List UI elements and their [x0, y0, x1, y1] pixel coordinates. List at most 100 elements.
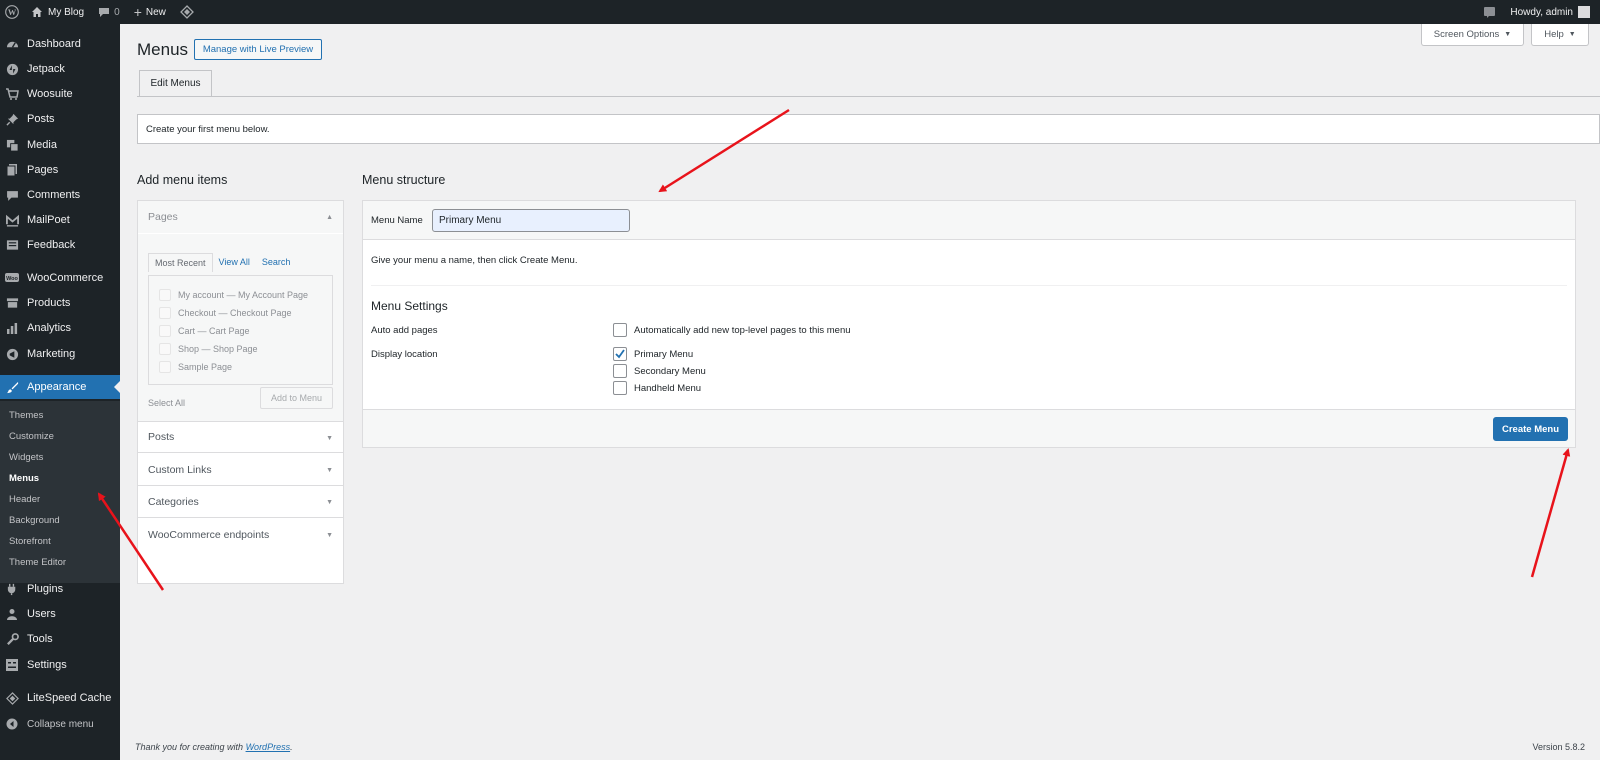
pages-icon [0, 163, 24, 177]
footer-thanks-prefix: Thank you for creating with [135, 742, 246, 752]
submenu-item-theme-editor[interactable]: Theme Editor [9, 557, 66, 568]
litespeed-icon [0, 691, 24, 705]
dashboard-icon [0, 38, 24, 51]
tab-view-all[interactable]: View All [213, 253, 256, 272]
pages-sub-tabs: Most Recent View All Search [148, 253, 296, 272]
sidebar-item-label: Plugins [27, 583, 64, 595]
sidebar-item-label: Posts [27, 113, 55, 125]
select-all-link[interactable]: Select All [148, 398, 185, 408]
auto-add-checkbox[interactable] [613, 323, 627, 337]
list-item[interactable]: My account — My Account Page [159, 288, 308, 302]
page-checkbox[interactable] [159, 307, 171, 319]
accordion-pages-label: Pages [148, 211, 178, 223]
menu-structure-heading: Menu structure [362, 173, 446, 187]
sidebar-item-media[interactable]: Media [0, 134, 120, 156]
list-item[interactable]: Checkout — Checkout Page [159, 306, 292, 320]
location-option[interactable]: Primary Menu [613, 347, 693, 361]
tab-search[interactable]: Search [256, 253, 297, 272]
auto-add-option-label: Automatically add new top-level pages to… [634, 324, 851, 336]
secondary-menu-checkbox[interactable] [613, 364, 627, 378]
sidebar-item-woosuite[interactable]: Woosuite [0, 83, 120, 105]
sidebar-item-products[interactable]: Products [0, 292, 120, 314]
menu-name-input[interactable]: Primary Menu [432, 209, 630, 232]
add-to-menu-button[interactable]: Add to Menu [260, 387, 333, 409]
submenu-item-customize[interactable]: Customize [9, 431, 54, 442]
sidebar-item-woocommerce[interactable]: Woo WooCommerce [0, 267, 120, 289]
sidebar-item-label: Analytics [27, 322, 72, 334]
sidebar-item-label: WooCommerce [27, 272, 104, 284]
site-name-link[interactable]: My Blog [24, 0, 91, 24]
accordion-woocommerce-endpoints-header[interactable]: WooCommerce endpoints ▼ [138, 519, 343, 551]
location-option[interactable]: Secondary Menu [613, 364, 706, 378]
sidebar-item-litespeed-cache[interactable]: LiteSpeed Cache [0, 687, 120, 709]
sidebar-item-label: LiteSpeed Cache [27, 692, 112, 704]
new-content-link[interactable]: + New [127, 0, 173, 24]
menu-settings-heading: Menu Settings [371, 299, 448, 313]
primary-menu-checkbox[interactable] [613, 347, 627, 361]
analytics-icon [0, 322, 24, 334]
menu-name-label: Menu Name [371, 215, 423, 226]
create-menu-button[interactable]: Create Menu [1493, 417, 1568, 441]
notification-icon[interactable] [1476, 0, 1503, 24]
sidebar-item-marketing[interactable]: Marketing [0, 343, 120, 365]
version-text: Version 5.8.2 [1532, 742, 1585, 752]
accordion-pages-header[interactable]: Pages ▲ [138, 201, 343, 233]
location-option[interactable]: Handheld Menu [613, 381, 701, 395]
page-checkbox[interactable] [159, 361, 171, 373]
menu-name-bar: Menu Name Primary Menu [363, 201, 1575, 240]
manage-live-preview-button[interactable]: Manage with Live Preview [194, 39, 322, 60]
sidebar-item-feedback[interactable]: Feedback [0, 234, 120, 256]
submenu-item-themes[interactable]: Themes [9, 410, 43, 421]
submenu-item-widgets[interactable]: Widgets [9, 452, 43, 463]
handheld-menu-checkbox[interactable] [613, 381, 627, 395]
user-account-link[interactable]: Howdy, admin [1503, 0, 1600, 24]
page-checkbox[interactable] [159, 343, 171, 355]
tab-most-recent[interactable]: Most Recent [148, 253, 213, 272]
sidebar-item-comments[interactable]: Comments [0, 184, 120, 206]
list-item[interactable]: Sample Page [159, 360, 232, 374]
sidebar-item-tools[interactable]: Tools [0, 628, 120, 650]
submenu-item-menus[interactable]: Menus [9, 473, 39, 484]
submenu-item-background[interactable]: Background [9, 515, 60, 526]
sidebar-item-pages[interactable]: Pages [0, 159, 120, 181]
page-checklist: My account — My Account Page Checkout — … [148, 275, 333, 385]
add-menu-items-heading: Add menu items [137, 173, 228, 187]
plus-icon: + [133, 4, 142, 20]
page-label: Shop — Shop Page [178, 344, 258, 354]
sidebar-item-mailpoet[interactable]: MailPoet [0, 209, 120, 231]
sidebar-item-posts[interactable]: Posts [0, 108, 120, 130]
sidebar-item-settings[interactable]: Settings [0, 654, 120, 676]
accordion-posts-header[interactable]: Posts ▼ [138, 421, 343, 453]
tab-edit-menus[interactable]: Edit Menus [139, 70, 212, 96]
sidebar-item-dashboard[interactable]: Dashboard [0, 33, 120, 55]
comments-link[interactable]: 0 [91, 0, 127, 24]
location-label: Handheld Menu [634, 382, 702, 394]
wordpress-logo-icon[interactable]: W [0, 0, 24, 24]
list-item[interactable]: Shop — Shop Page [159, 342, 258, 356]
help-button[interactable]: Help ▼ [1531, 24, 1589, 46]
wordpress-link[interactable]: WordPress [246, 742, 291, 752]
pin-icon [0, 113, 24, 126]
sidebar-item-analytics[interactable]: Analytics [0, 317, 120, 339]
notice-text: Create your first menu below. [146, 123, 270, 135]
litespeed-bar-icon[interactable] [173, 0, 201, 24]
page-label: Checkout — Checkout Page [178, 308, 292, 318]
screen-options-button[interactable]: Screen Options ▼ [1421, 24, 1524, 46]
page-checkbox[interactable] [159, 325, 171, 337]
accordion-custom-links-header[interactable]: Custom Links ▼ [138, 454, 343, 486]
sidebar-item-jetpack[interactable]: Jetpack [0, 58, 120, 80]
new-label: New [145, 6, 166, 18]
sidebar-item-users[interactable]: Users [0, 603, 120, 625]
users-icon [0, 608, 24, 620]
list-item[interactable]: Cart — Cart Page [159, 324, 250, 338]
submenu-item-header[interactable]: Header [9, 494, 40, 505]
accordion-categories-header[interactable]: Categories ▼ [138, 486, 343, 518]
submenu-item-storefront[interactable]: Storefront [9, 536, 51, 547]
help-label: Help [1544, 29, 1564, 40]
sidebar-item-appearance[interactable]: Appearance [0, 375, 120, 399]
auto-add-option[interactable]: Automatically add new top-level pages to… [613, 323, 851, 337]
accordion-posts-label: Posts [148, 431, 175, 443]
settings-icon [0, 659, 24, 671]
collapse-menu-button[interactable]: Collapse menu [0, 713, 120, 735]
page-checkbox[interactable] [159, 289, 171, 301]
